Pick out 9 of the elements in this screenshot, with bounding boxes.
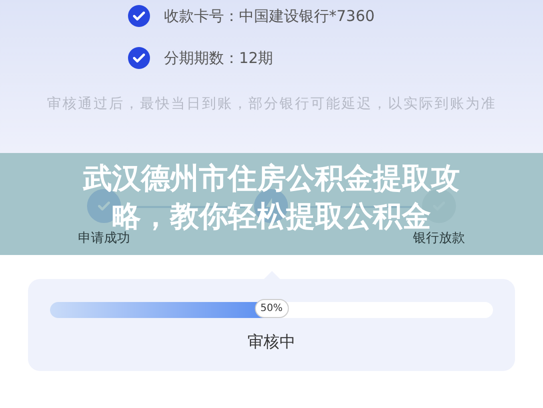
check-icon: [133, 10, 145, 22]
banner-title: 武汉德州市住房公积金提取攻略，教你轻松提取公积金: [82, 160, 460, 233]
step-label: 银行放款: [413, 231, 466, 247]
step-label: 申请成功: [78, 231, 130, 247]
progress-badge: 50%: [254, 299, 289, 318]
detail-text: 分期期数：12期: [164, 48, 274, 68]
detail-text: 收款卡号：中国建设银行*7360: [164, 6, 375, 26]
check-icon: [133, 52, 145, 64]
status-text: 审核中: [248, 332, 296, 353]
